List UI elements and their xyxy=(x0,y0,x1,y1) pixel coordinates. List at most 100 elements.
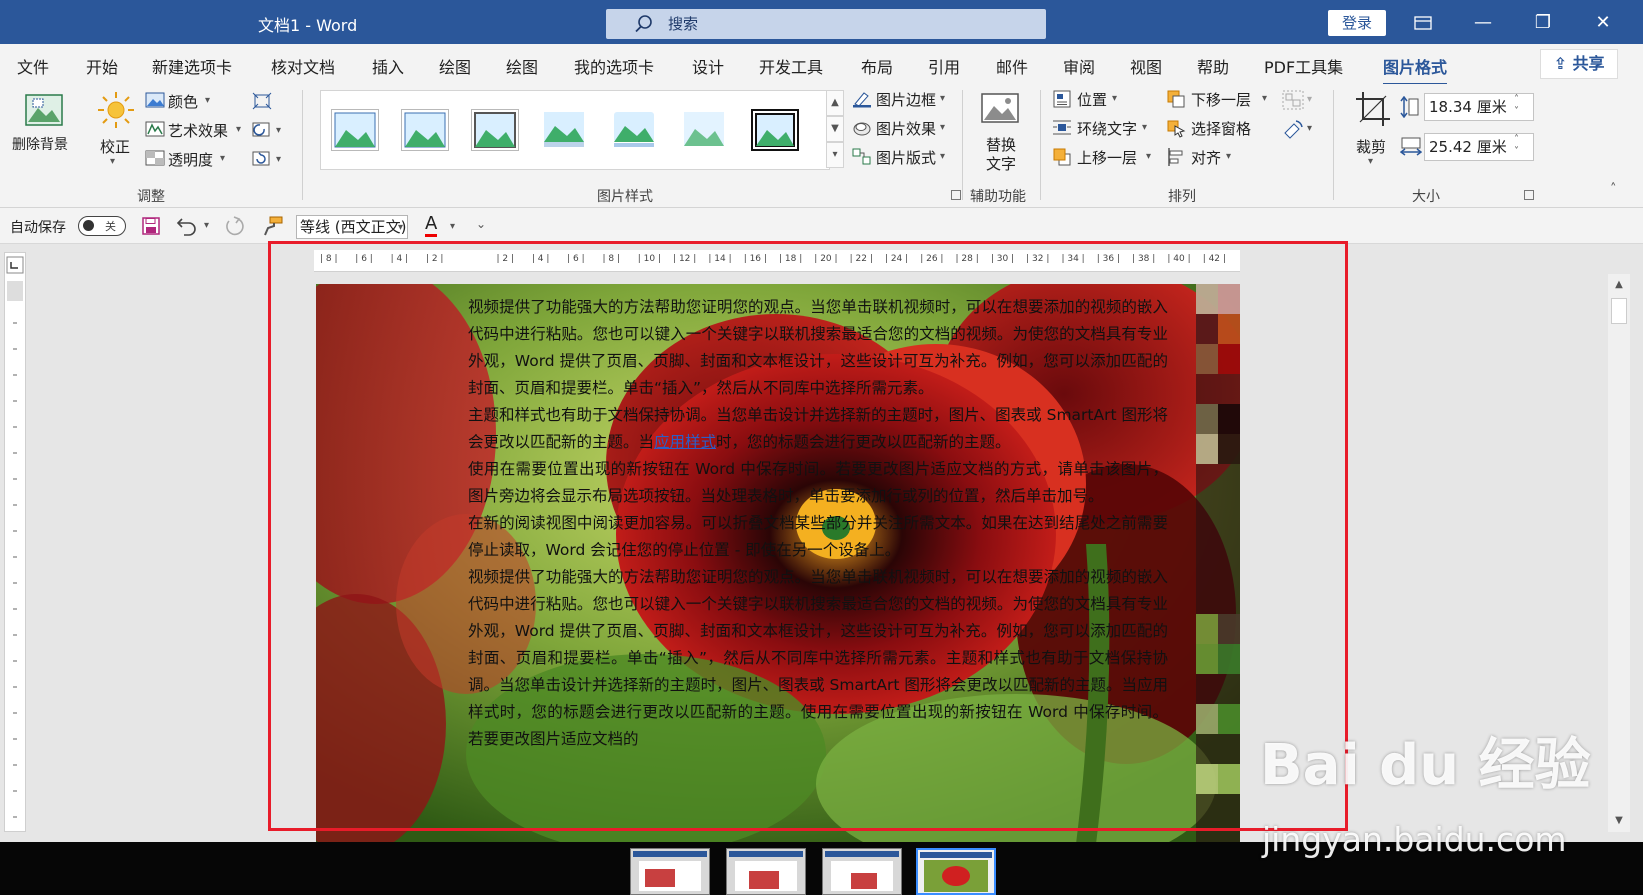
picture-effects-button[interactable]: 图片效果 xyxy=(876,118,936,139)
alt-text-button-line1[interactable]: 替换 xyxy=(986,134,1016,155)
tab-home[interactable]: 开始 xyxy=(86,54,118,78)
format-painter-icon[interactable] xyxy=(262,216,284,236)
document-body-text[interactable]: 视频提供了功能强大的方法帮助您证明您的观点。当您单击联机视频时，可以在想要添加的… xyxy=(468,294,1168,753)
size-dialog-launcher[interactable] xyxy=(1524,190,1534,200)
autosave-toggle[interactable]: 关 xyxy=(78,216,126,236)
chevron-down-icon: ▾ xyxy=(236,124,242,135)
search-input[interactable] xyxy=(668,13,1028,35)
group-label-picture-styles: 图片样式 xyxy=(597,189,653,205)
gallery-scroll-up[interactable]: ▲ xyxy=(826,90,844,116)
artistic-effects-button[interactable]: 艺术效果 xyxy=(168,120,228,141)
customize-qat-icon[interactable]: ⌄ xyxy=(476,217,486,231)
scroll-up-icon[interactable]: ▲ xyxy=(1610,276,1628,294)
font-name-select[interactable]: 等线 (西文正文) xyxy=(296,215,408,239)
tab-file[interactable]: 文件 xyxy=(17,54,49,78)
undo-icon[interactable] xyxy=(176,216,198,236)
toggle-knob xyxy=(83,220,94,231)
tab-references[interactable]: 引用 xyxy=(928,54,960,78)
correction-button[interactable]: 校正 xyxy=(100,136,130,157)
change-picture-icon[interactable] xyxy=(252,121,272,139)
style-thumb-6[interactable] xyxy=(681,109,729,151)
send-backward-button[interactable]: 下移一层 xyxy=(1191,89,1251,110)
tab-picture-format[interactable]: 图片格式 xyxy=(1383,54,1448,86)
spin-up-icon[interactable]: ˄ xyxy=(1514,134,1519,145)
window-preview-2[interactable] xyxy=(726,848,806,895)
tab-draw-2[interactable]: 绘图 xyxy=(506,54,538,78)
vertical-scrollbar[interactable]: ▲ ▼ xyxy=(1608,274,1630,832)
tab-mailings[interactable]: 邮件 xyxy=(996,54,1028,78)
style-thumb-4[interactable] xyxy=(541,109,589,151)
tab-developer[interactable]: 开发工具 xyxy=(759,54,823,78)
tab-pdf-tools[interactable]: PDF工具集 xyxy=(1264,54,1343,78)
picture-styles-gallery[interactable] xyxy=(320,90,830,170)
window-preview-1[interactable] xyxy=(630,848,710,895)
tab-design[interactable]: 设计 xyxy=(692,54,724,78)
window-preview-4-active[interactable] xyxy=(916,848,996,895)
rotate-icon[interactable] xyxy=(1282,119,1304,139)
login-button[interactable]: 登录 xyxy=(1328,10,1386,36)
spin-down-icon[interactable]: ˅ xyxy=(1514,146,1519,157)
paragraph-2: 主题和样式也有助于文档保持协调。当您单击设计并选择新的主题时，图片、图表或 Sm… xyxy=(468,402,1168,456)
style-thumb-1[interactable] xyxy=(331,109,379,151)
picture-layout-button[interactable]: 图片版式 xyxy=(876,147,936,168)
chevron-down-icon: ▾ xyxy=(110,156,116,167)
correction-sun-icon xyxy=(98,92,134,128)
close-button[interactable]: ✕ xyxy=(1580,8,1626,38)
chevron-down-icon[interactable]: ▾ xyxy=(450,221,455,232)
apply-style-link[interactable]: 应用样式 xyxy=(654,433,716,451)
tab-proofread[interactable]: 核对文档 xyxy=(271,54,335,78)
tab-draw-1[interactable]: 绘图 xyxy=(439,54,471,78)
ruler-tick-label: | 8 | xyxy=(320,254,338,264)
chevron-down-icon[interactable]: ▾ xyxy=(204,220,209,231)
group-objects-icon[interactable] xyxy=(1282,90,1304,110)
color-button[interactable]: 颜色 xyxy=(168,91,198,112)
position-button[interactable]: 位置 xyxy=(1077,89,1107,110)
window-preview-3[interactable] xyxy=(822,848,902,895)
style-thumb-7[interactable] xyxy=(751,109,799,151)
wrap-text-button[interactable]: 环绕文字 xyxy=(1077,118,1137,139)
bring-forward-icon xyxy=(1053,148,1071,166)
tab-review[interactable]: 审阅 xyxy=(1063,54,1095,78)
collapse-ribbon-icon[interactable]: ˄ xyxy=(1610,182,1617,197)
horizontal-ruler: | 8 | | 6 | | 4 | | 2 | | 2 | | 4 | | 6 | | 8 |… xyxy=(314,250,1240,272)
tab-help[interactable]: 帮助 xyxy=(1197,54,1229,78)
ruler-tick-label: | 26 | xyxy=(920,254,944,264)
share-label: 共享 xyxy=(1572,54,1605,73)
style-thumb-2[interactable] xyxy=(401,109,449,151)
style-thumb-3[interactable] xyxy=(471,109,519,151)
share-button[interactable]: ⇪ 共享 xyxy=(1540,49,1618,79)
picture-border-button[interactable]: 图片边框 xyxy=(876,89,936,110)
spin-down-icon[interactable]: ˅ xyxy=(1514,106,1519,117)
spin-up-icon[interactable]: ˄ xyxy=(1514,94,1519,105)
align-button[interactable]: 对齐 xyxy=(1191,147,1221,168)
tab-view[interactable]: 视图 xyxy=(1130,54,1162,78)
bring-forward-button[interactable]: 上移一层 xyxy=(1077,147,1137,168)
search-box[interactable] xyxy=(606,9,1046,39)
scroll-thumb[interactable] xyxy=(1611,298,1627,324)
gallery-scroll-down[interactable]: ▼ xyxy=(826,116,844,142)
crop-button[interactable]: 裁剪 xyxy=(1356,136,1386,157)
ruler-tick-label: | 4 | xyxy=(390,254,409,264)
reset-picture-icon[interactable] xyxy=(252,150,272,168)
tab-layout[interactable]: 布局 xyxy=(861,54,893,78)
scroll-down-icon[interactable]: ▼ xyxy=(1610,812,1628,830)
tab-insert[interactable]: 插入 xyxy=(372,54,404,78)
document-area: | 8 | | 6 | | 4 | | 2 | | 2 | | 4 | | 6 | | 8 |… xyxy=(0,241,1643,844)
minimize-button[interactable]: — xyxy=(1460,8,1506,38)
gallery-more[interactable]: ▾ xyxy=(826,142,844,168)
transparency-button[interactable]: 透明度 xyxy=(168,149,213,170)
alt-text-button-line2[interactable]: 文字 xyxy=(986,153,1016,174)
picture-styles-dialog-launcher[interactable] xyxy=(951,190,961,200)
restore-button[interactable]: ❐ xyxy=(1520,8,1566,38)
transparency-icon xyxy=(145,150,165,166)
selection-pane-button[interactable]: 选择窗格 xyxy=(1191,118,1251,139)
tab-my-tab[interactable]: 我的选项卡 xyxy=(574,54,654,78)
font-color-button[interactable]: A xyxy=(425,214,438,237)
tab-new-tab[interactable]: 新建选项卡 xyxy=(152,54,232,78)
style-thumb-5[interactable] xyxy=(611,109,659,151)
redo-icon[interactable] xyxy=(224,216,246,236)
compress-pictures-icon[interactable] xyxy=(252,92,272,110)
ribbon-display-options-icon[interactable] xyxy=(1400,8,1446,38)
save-icon[interactable] xyxy=(142,217,160,235)
remove-background-button[interactable]: 删除背景 xyxy=(12,134,68,154)
